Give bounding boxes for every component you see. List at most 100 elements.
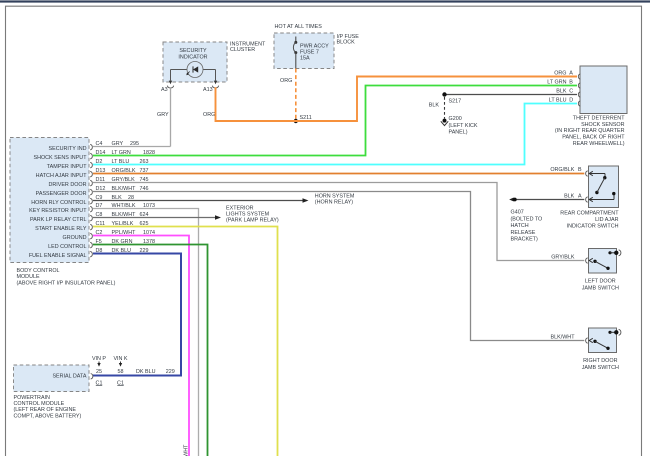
svg-text:ORG: ORG: [554, 71, 566, 77]
svg-text:S217: S217: [449, 98, 462, 104]
svg-text:PANEL, BACK OF RIGHT: PANEL, BACK OF RIGHT: [562, 135, 625, 141]
svg-text:(ABOVE RIGHT I/P INSULATOR PAN: (ABOVE RIGHT I/P INSULATOR PANEL): [17, 280, 116, 286]
svg-text:BLK/WHT: BLK/WHT: [112, 212, 137, 218]
svg-text:RELEASE: RELEASE: [511, 230, 536, 236]
svg-text:SHOCK SENS INPUT: SHOCK SENS INPUT: [33, 155, 87, 161]
svg-text:JAMB SWITCH: JAMB SWITCH: [582, 285, 619, 291]
svg-text:58: 58: [118, 369, 124, 375]
svg-text:BLOCK: BLOCK: [337, 40, 356, 46]
svg-text:D14: D14: [96, 150, 106, 156]
svg-text:ORG/BLK: ORG/BLK: [550, 167, 574, 173]
svg-text:VIN P: VIN P: [92, 356, 106, 362]
svg-text:PASSENGER DOOR: PASSENGER DOOR: [36, 191, 87, 197]
svg-text:263: 263: [140, 159, 149, 165]
svg-text:1378: 1378: [143, 239, 155, 245]
svg-text:C9: C9: [96, 195, 103, 201]
svg-text:DK GRN: DK GRN: [112, 239, 133, 245]
svg-text:BLK: BLK: [564, 194, 575, 200]
svg-text:(LEFT REAR OF ENGINE: (LEFT REAR OF ENGINE: [14, 407, 77, 413]
svg-text:PPL/WHT: PPL/WHT: [112, 230, 137, 236]
svg-text:25: 25: [96, 369, 102, 375]
svg-text:(IN RIGHT REAR QUARTER: (IN RIGHT REAR QUARTER: [555, 128, 625, 134]
svg-text:229: 229: [140, 248, 149, 254]
svg-text:D13: D13: [96, 168, 106, 174]
svg-text:LED CONTROL: LED CONTROL: [48, 244, 86, 250]
svg-text:HOT AT ALL TIMES: HOT AT ALL TIMES: [275, 24, 323, 30]
svg-text:15A: 15A: [300, 56, 310, 62]
svg-text:GRY/BLK: GRY/BLK: [551, 255, 575, 261]
svg-text:COMPT, ABOVE BATTERY): COMPT, ABOVE BATTERY): [14, 413, 82, 419]
svg-text:LT BLU: LT BLU: [549, 98, 567, 104]
svg-text:BLK/WHT: BLK/WHT: [551, 334, 576, 340]
svg-text:F5: F5: [96, 239, 102, 245]
svg-text:737: 737: [140, 168, 149, 174]
svg-text:PANEL): PANEL): [449, 130, 468, 136]
svg-text:LT BLU: LT BLU: [112, 159, 130, 165]
svg-text:LT GRN: LT GRN: [547, 80, 566, 86]
svg-text:WHT/BLK: WHT/BLK: [112, 203, 136, 209]
svg-text:TAMPER INPUT: TAMPER INPUT: [47, 164, 87, 170]
svg-text:LT GRN: LT GRN: [112, 150, 131, 156]
svg-text:B: B: [578, 167, 582, 173]
svg-text:BLK: BLK: [556, 89, 567, 95]
svg-text:D12: D12: [96, 186, 106, 192]
svg-text:D7: D7: [96, 203, 103, 209]
svg-text:ORG: ORG: [203, 112, 215, 118]
svg-text:DK BLU: DK BLU: [136, 369, 156, 375]
svg-text:28: 28: [128, 195, 134, 201]
svg-text:REAR COMPARTMENT: REAR COMPARTMENT: [560, 210, 619, 216]
svg-text:D11: D11: [96, 177, 106, 183]
svg-text:745: 745: [140, 177, 149, 183]
svg-text:CLUSTER: CLUSTER: [230, 47, 255, 53]
svg-text:GRY: GRY: [157, 112, 169, 118]
svg-text:746: 746: [140, 186, 149, 192]
svg-text:BODY CONTROL: BODY CONTROL: [17, 268, 60, 274]
svg-text:BLK: BLK: [112, 195, 123, 201]
svg-text:1073: 1073: [143, 203, 155, 209]
svg-text:HATCH: HATCH: [511, 223, 529, 229]
svg-text:BLK/WHT: BLK/WHT: [112, 186, 137, 192]
svg-text:D8: D8: [96, 248, 103, 254]
svg-text:RIGHT DOOR: RIGHT DOOR: [583, 358, 617, 364]
svg-text:G200: G200: [449, 116, 462, 122]
svg-text:HATCH AJAR INPUT: HATCH AJAR INPUT: [36, 173, 88, 179]
svg-text:A: A: [569, 71, 573, 77]
svg-text:B: B: [569, 80, 573, 86]
svg-text:INDICATOR SWITCH: INDICATOR SWITCH: [567, 223, 619, 229]
svg-text:DK BLU: DK BLU: [112, 248, 132, 254]
svg-text:SERIAL DATA: SERIAL DATA: [52, 373, 86, 379]
svg-text:G407: G407: [511, 210, 524, 216]
svg-text:A3: A3: [161, 87, 168, 93]
svg-text:YEL/BLK: YEL/BLK: [112, 221, 134, 227]
svg-text:(LEFT KICK: (LEFT KICK: [449, 123, 478, 129]
svg-text:624: 624: [140, 212, 149, 218]
svg-text:ORG: ORG: [280, 78, 292, 84]
svg-text:SECURITY: SECURITY: [179, 48, 207, 54]
svg-text:C: C: [569, 89, 573, 95]
svg-text:(HORN RELAY): (HORN RELAY): [315, 200, 353, 206]
svg-text:FUEL ENABLE SIGNAL: FUEL ENABLE SIGNAL: [29, 253, 87, 259]
svg-text:C4: C4: [96, 141, 103, 147]
svg-text:BRACKET): BRACKET): [511, 237, 538, 243]
svg-text:LEFT DOOR: LEFT DOOR: [585, 278, 616, 284]
svg-text:SHOCK SENSOR: SHOCK SENSOR: [581, 122, 625, 128]
svg-text:295: 295: [130, 141, 139, 147]
svg-text:HORN RLY CONTROL: HORN RLY CONTROL: [31, 200, 86, 206]
svg-text:(PARK LAMP RELAY): (PARK LAMP RELAY): [226, 218, 279, 224]
svg-text:VIN K: VIN K: [113, 356, 127, 362]
svg-text:C2: C2: [96, 230, 103, 236]
svg-text:LID AJAR: LID AJAR: [595, 217, 618, 223]
svg-text:ORG/BLK: ORG/BLK: [112, 168, 136, 174]
svg-text:REAR WHEELWELL): REAR WHEELWELL): [573, 141, 625, 147]
svg-text:INDICATOR: INDICATOR: [178, 54, 207, 60]
svg-text:PPL/WHT: PPL/WHT: [183, 444, 189, 456]
svg-text:GRY/BLK: GRY/BLK: [112, 177, 136, 183]
svg-text:BLK: BLK: [429, 103, 440, 109]
svg-text:D2: D2: [96, 159, 103, 165]
svg-text:229: 229: [166, 369, 175, 375]
svg-text:KEY RESISTOR INPUT: KEY RESISTOR INPUT: [29, 208, 87, 214]
svg-text:A: A: [578, 194, 582, 200]
svg-text:MODULE: MODULE: [17, 274, 40, 280]
svg-text:(BOLTED TO: (BOLTED TO: [511, 216, 543, 222]
svg-text:A13: A13: [203, 87, 213, 93]
